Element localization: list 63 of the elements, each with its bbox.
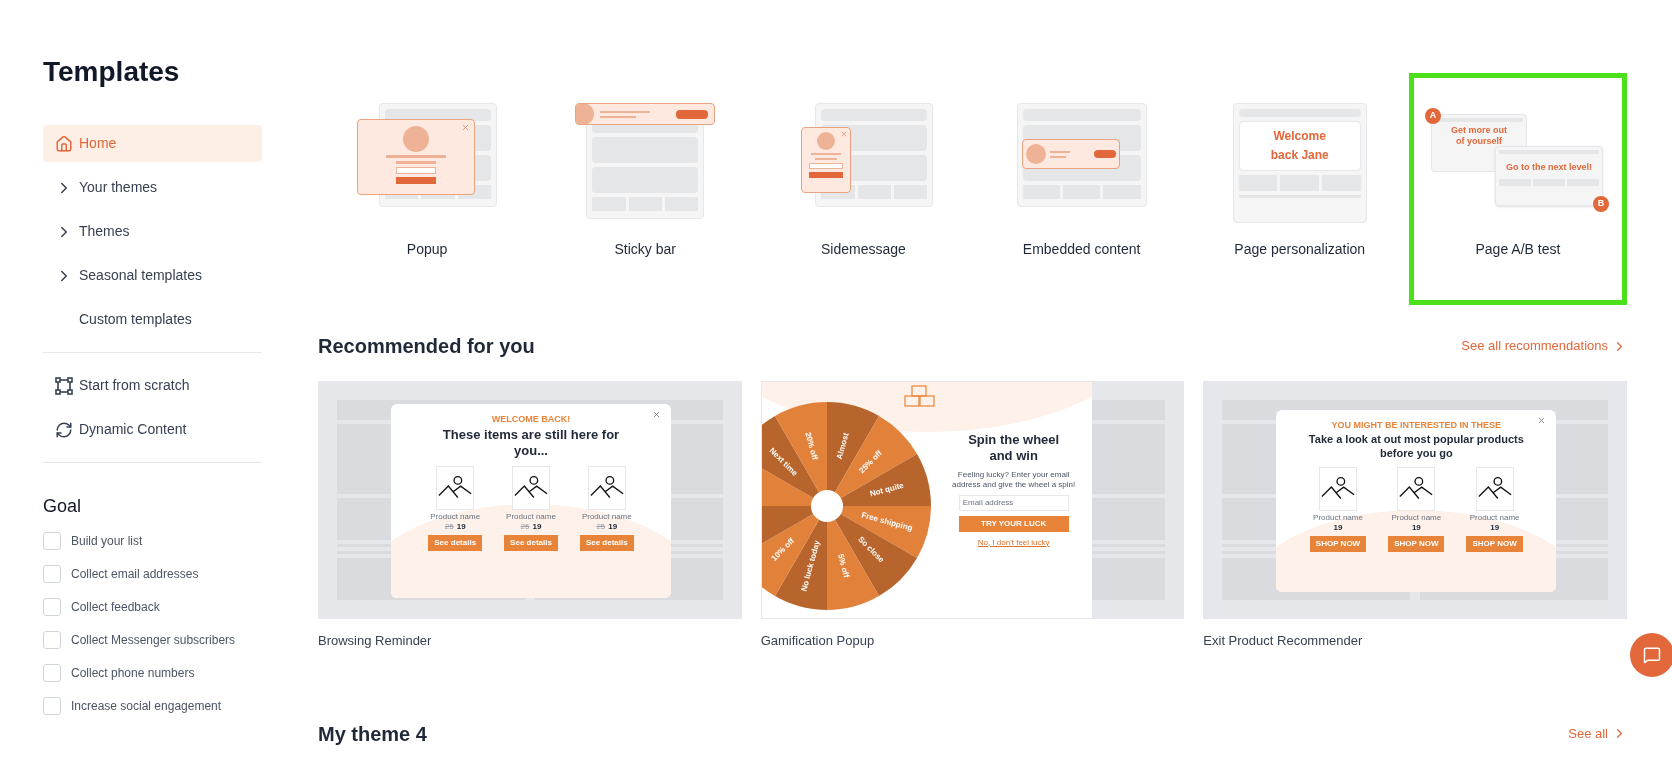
checkbox-label: Build your list <box>71 533 143 550</box>
old-price: 25 <box>444 521 454 532</box>
product-price: 19 <box>1490 522 1500 533</box>
thumbnail-text: back Jane <box>1269 147 1330 164</box>
product-name: Product name <box>1391 512 1442 523</box>
wheel-segment-label: No luck today <box>799 539 822 593</box>
wheel-segment-label: 20% off <box>802 431 819 461</box>
checkbox-label: Increase social engagement <box>71 698 222 715</box>
checkbox-label: Collect feedback <box>71 599 160 616</box>
thumbnail-text: Welcome <box>1272 128 1327 145</box>
wheel-segment-label: 5% off <box>835 553 851 579</box>
template-preview[interactable]: YOU MIGHT BE INTERESTED IN THESE Take a look at out most popular products before you go Product name 19 SHOP NOW Product name 19 SHOP NOW Product name 19 SHOP NOW <box>1203 381 1627 619</box>
email-field[interactable]: Email address <box>958 494 1069 511</box>
see-all-link[interactable]: See all recommendations <box>1461 336 1627 356</box>
template-name: Gamification Popup <box>760 632 876 650</box>
variant-badge: A <box>1424 108 1441 124</box>
product-name: Product name <box>1469 512 1520 523</box>
product-name: Product name <box>1313 512 1363 523</box>
template-name: Browsing Reminder <box>318 632 433 650</box>
thumbnail-text: Get more out <box>1449 125 1508 136</box>
preview-button: TRY YOUR LUCK <box>958 515 1069 532</box>
template-type-option[interactable]: Welcome back Jane Page personalization <box>1190 73 1409 305</box>
nav-item[interactable]: Custom templates <box>43 301 262 338</box>
old-price: 25 <box>520 521 530 532</box>
preview-body-text: Feeling lucky? Enter your email address and give the wheel a spin! <box>951 469 1077 490</box>
template-name: Exit Product Recommender <box>1203 632 1364 650</box>
thumbnail-text: Go to the next level! <box>1504 162 1593 173</box>
preview-eyebrow: YOU MIGHT BE INTERESTED IN THESE <box>1331 420 1502 431</box>
checkbox-label: Collect phone numbers <box>71 665 195 682</box>
product-name: Product name <box>581 511 632 522</box>
page-title: Templates <box>43 55 181 89</box>
product-price: 19 <box>456 521 466 532</box>
nav-item[interactable]: Start from scratch <box>43 367 262 404</box>
template-type-option[interactable]: Sidemessage <box>754 73 973 305</box>
checkbox-label: Collect Messenger subscribers <box>71 632 236 649</box>
product-price: 19 <box>608 521 618 532</box>
section-title: Goal <box>43 495 83 518</box>
preview-headline: Spin the wheel and win <box>967 432 1061 465</box>
old-price: 25 <box>596 521 606 532</box>
preview-headline: Take a look at out most popular products before you go <box>1307 433 1525 461</box>
template-type-option[interactable]: Embedded content <box>972 73 1191 305</box>
template-type-option[interactable]: Get more out of yourself A Go to the next level! B Page A/B test <box>1408 73 1627 305</box>
product-price: 19 <box>532 521 542 532</box>
nav-item[interactable]: Dynamic Content <box>43 411 262 448</box>
product-price: 19 <box>1333 522 1343 533</box>
nav-item[interactable]: Seasonal templates <box>43 257 262 294</box>
section-title: My theme 4 <box>318 721 427 747</box>
preview-eyebrow: WELCOME BACK! <box>491 414 571 425</box>
wheel-segment-label: Almost <box>834 431 851 461</box>
nav-item[interactable]: Your themes <box>43 169 262 206</box>
checkbox-label: Collect email addresses <box>71 566 199 583</box>
preview-link: No, I don't feel lucky <box>977 536 1050 549</box>
template-type-option[interactable]: Sticky bar <box>536 73 755 305</box>
wheel-segment-label: Not quite <box>868 480 905 499</box>
preview-headline: These items are still here for you... <box>441 427 621 460</box>
template-type-option[interactable]: Popup <box>318 73 537 305</box>
product-name: Product name <box>506 511 556 522</box>
thumbnail-text: of yourself <box>1454 136 1503 147</box>
product-name: Product name <box>430 511 481 522</box>
nav-item[interactable]: Themes <box>43 213 262 250</box>
section-title: Recommended for you <box>318 334 535 359</box>
product-price: 19 <box>1411 522 1421 533</box>
template-preview[interactable]: WELCOME BACK! These items are still here for you... Product name 25 19 See details Product name 25 19 See details Product name 25 19 See details <box>318 381 742 619</box>
